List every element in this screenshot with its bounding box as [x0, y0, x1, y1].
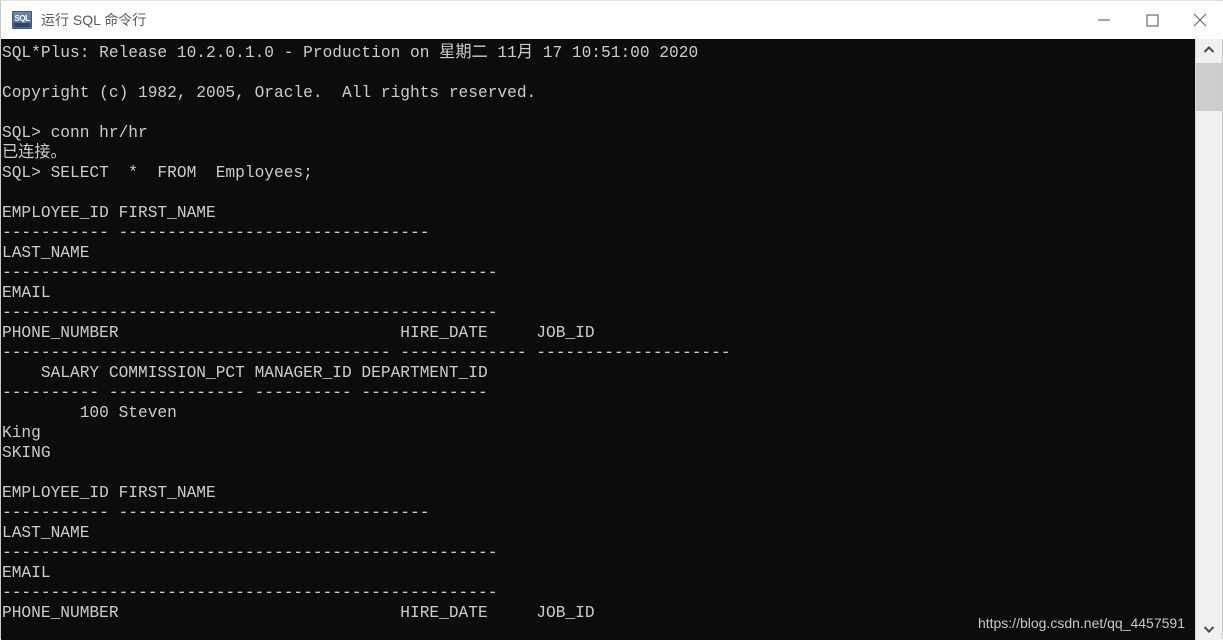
terminal-console[interactable]: SQL*Plus: Release 10.2.0.1.0 - Productio…: [1, 39, 1197, 640]
minimize-icon: [1098, 19, 1110, 21]
chevron-down-icon: [1203, 626, 1215, 634]
minimize-button[interactable]: [1080, 1, 1128, 39]
title-bar[interactable]: SQL 运行 SQL 命令行: [1, 1, 1223, 39]
sql-app-icon: SQL: [12, 11, 32, 29]
sql-app-icon-bar: [14, 23, 30, 27]
sqlplus-window: SQL 运行 SQL 命令行 SQL*Plus: Release 10.2.0.…: [0, 0, 1223, 640]
window-controls: [1080, 1, 1223, 39]
chevron-up-icon: [1203, 45, 1215, 53]
maximize-icon: [1146, 14, 1159, 27]
window-title: 运行 SQL 命令行: [41, 12, 147, 28]
scroll-down-button[interactable]: [1196, 618, 1222, 640]
close-button[interactable]: [1176, 1, 1223, 39]
title-bar-left: SQL 运行 SQL 命令行: [1, 10, 1080, 30]
close-icon: [1193, 13, 1207, 27]
scroll-up-button[interactable]: [1196, 39, 1222, 61]
vertical-scrollbar[interactable]: [1195, 39, 1222, 640]
maximize-button[interactable]: [1128, 1, 1176, 39]
console-output: SQL*Plus: Release 10.2.0.1.0 - Productio…: [2, 44, 731, 622]
scrollbar-thumb[interactable]: [1196, 63, 1222, 111]
